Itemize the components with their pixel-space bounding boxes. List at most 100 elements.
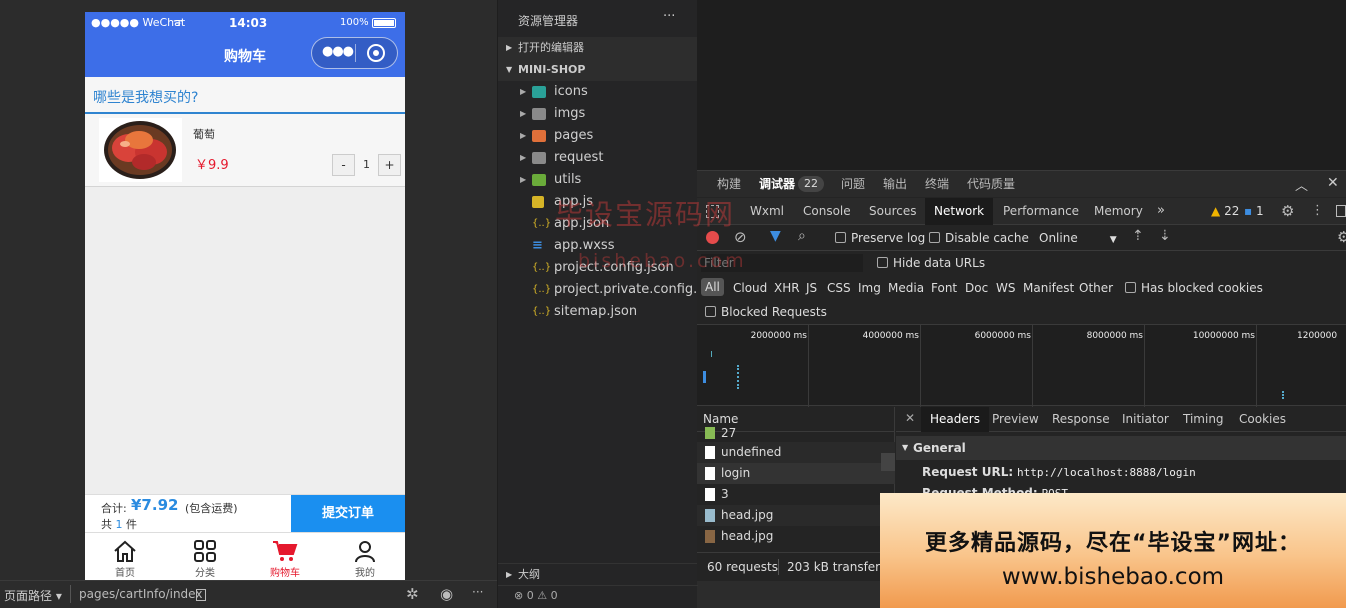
filter-doc[interactable]: Doc <box>965 281 988 295</box>
folder-pages[interactable]: ▶ pages <box>498 125 698 147</box>
explorer-more-icon[interactable]: ··· <box>663 9 675 24</box>
css-file-icon: ≡ <box>532 238 543 253</box>
folder-request[interactable]: ▶ request <box>498 147 698 169</box>
network-settings-icon[interactable]: ⚙ <box>1337 228 1346 246</box>
filter-xhr[interactable]: XHR <box>774 281 800 295</box>
folder-icon <box>532 152 546 164</box>
tab-timing[interactable]: Timing <box>1174 407 1233 432</box>
scrollbar-thumb[interactable] <box>881 453 895 471</box>
tab-output[interactable]: 输出 <box>883 171 907 197</box>
throttle-select[interactable]: Online ▼ <box>1039 231 1117 245</box>
tab-issues[interactable]: 问题 <box>841 171 865 197</box>
network-timeline[interactable]: 2000000 ms 4000000 ms 6000000 ms 8000000… <box>697 324 1346 407</box>
file-project-private-config[interactable]: {..} project.private.config.js... <box>498 279 720 301</box>
panel-wxml[interactable]: Wxml <box>741 198 793 225</box>
preserve-log-checkbox[interactable]: Preserve log <box>835 231 925 245</box>
outline-section[interactable]: ▶ 大纲 <box>498 563 698 585</box>
download-icon[interactable]: ⇣ <box>1159 228 1171 244</box>
filter-media[interactable]: Media <box>888 281 924 295</box>
upload-icon[interactable]: ⇡ <box>1132 228 1144 244</box>
json-file-icon: {..} <box>532 306 552 317</box>
blocked-requests-checkbox[interactable]: Blocked Requests <box>705 305 827 319</box>
has-blocked-cookies-checkbox[interactable]: Has blocked cookies <box>1125 281 1263 295</box>
filter-img[interactable]: Img <box>858 281 881 295</box>
project-section[interactable]: ▼ MINI-SHOP <box>498 59 698 81</box>
panel-performance[interactable]: Performance <box>994 198 1088 225</box>
panel-network[interactable]: Network <box>925 198 994 225</box>
tab-category[interactable]: 分类 <box>165 533 245 580</box>
warning-count[interactable]: ▲ 22 <box>1211 204 1239 218</box>
tab-home[interactable]: 首页 <box>85 533 165 580</box>
filter-css[interactable]: CSS <box>827 281 851 295</box>
panel-memory[interactable]: Memory <box>1085 198 1152 225</box>
request-row[interactable]: head.jpg <box>697 505 895 526</box>
qty-plus-button[interactable]: + <box>378 154 401 176</box>
more-dots-icon[interactable]: ●●● <box>322 44 354 59</box>
page-path-dropdown[interactable]: 页面路径 ▾ <box>4 587 62 604</box>
filter-font[interactable]: Font <box>931 281 957 295</box>
tab-cookies[interactable]: Cookies <box>1230 407 1295 432</box>
qty-value: 1 <box>363 158 370 171</box>
close-icon[interactable]: ✕ <box>1327 175 1339 191</box>
eye-icon[interactable]: ◉ <box>440 585 453 603</box>
request-row[interactable]: 27 <box>697 427 895 439</box>
phone-screen: ●●●●● WeChat ᯤ 14:03 100% 购物车 ●●● 哪些是我想买… <box>85 12 405 580</box>
disable-cache-checkbox[interactable]: Disable cache <box>929 231 1029 245</box>
more-icon[interactable]: ··· <box>472 585 483 599</box>
open-editors-section[interactable]: ▶ 打开的编辑器 <box>498 37 698 59</box>
file-sitemap[interactable]: {..} sitemap.json <box>498 301 698 323</box>
filter-funnel-icon[interactable]: ▼ <box>770 228 781 244</box>
grid-icon <box>194 540 216 562</box>
copy-icon[interactable] <box>196 589 206 601</box>
message-icon: ▪ <box>1244 204 1253 218</box>
capsule-divider <box>355 44 356 62</box>
folder-utils[interactable]: ▶ utils <box>498 169 698 191</box>
filter-cloud[interactable]: Cloud <box>733 281 767 295</box>
folder-icons[interactable]: ▶ icons <box>498 81 698 103</box>
collapse-icon[interactable]: ︿ <box>1295 175 1308 194</box>
close-details-icon[interactable]: ✕ <box>905 411 915 425</box>
panel-sources[interactable]: Sources <box>860 198 925 225</box>
tab-initiator[interactable]: Initiator <box>1113 407 1178 432</box>
qty-minus-button[interactable]: - <box>332 154 355 176</box>
hide-data-urls-checkbox[interactable]: Hide data URLs <box>877 256 985 270</box>
search-icon[interactable]: ⌕ <box>798 228 806 244</box>
folder-imgs[interactable]: ▶ imgs <box>498 103 698 125</box>
problems-status[interactable]: ⊗ 0 ⚠ 0 <box>498 585 698 608</box>
request-row[interactable]: undefined <box>697 442 895 463</box>
info-count[interactable]: ▪ 1 <box>1244 204 1264 218</box>
settings-gear-icon[interactable]: ⚙ <box>1281 202 1294 220</box>
request-row[interactable]: login <box>697 463 895 484</box>
filter-other[interactable]: Other <box>1079 281 1113 295</box>
cart-empty-area <box>85 187 405 494</box>
clear-icon[interactable]: ⊘ <box>734 228 747 246</box>
cart-item[interactable]: 葡萄 ￥9.9 - 1 + <box>85 114 405 187</box>
tab-preview[interactable]: Preview <box>983 407 1048 432</box>
submit-order-button[interactable]: 提交订单 <box>291 495 405 533</box>
more-panels-icon[interactable]: » <box>1157 203 1165 218</box>
request-row[interactable]: head.jpg <box>697 526 895 547</box>
tab-response[interactable]: Response <box>1043 407 1119 432</box>
close-circle-icon[interactable] <box>367 44 385 62</box>
chevron-right-icon: ▶ <box>506 570 513 579</box>
menu-capsule[interactable]: ●●● <box>311 37 398 69</box>
bug-icon[interactable]: ✲ <box>406 585 419 603</box>
panel-console[interactable]: Console <box>794 198 860 225</box>
dock-icon[interactable] <box>1336 205 1346 217</box>
filter-manifest[interactable]: Manifest <box>1023 281 1074 295</box>
tab-headers[interactable]: Headers <box>921 407 989 432</box>
tab-debugger[interactable]: 调试器 <box>759 171 795 197</box>
filter-all[interactable]: All <box>701 278 724 296</box>
tab-cart[interactable]: 购物车 <box>245 533 325 580</box>
general-section-header[interactable]: ▼ General <box>896 436 1346 460</box>
chevron-right-icon: ▶ <box>520 131 527 140</box>
filter-ws[interactable]: WS <box>996 281 1015 295</box>
filter-js[interactable]: JS <box>806 281 817 295</box>
tab-terminal[interactable]: 终端 <box>925 171 949 197</box>
folder-icon <box>532 174 546 186</box>
request-row[interactable]: 3 <box>697 484 895 505</box>
kebab-menu-icon[interactable]: ⋮ <box>1311 203 1324 218</box>
tab-code-quality[interactable]: 代码质量 <box>967 171 1015 197</box>
total-amount: ¥7.92 <box>131 496 179 514</box>
tab-profile[interactable]: 我的 <box>325 533 405 580</box>
